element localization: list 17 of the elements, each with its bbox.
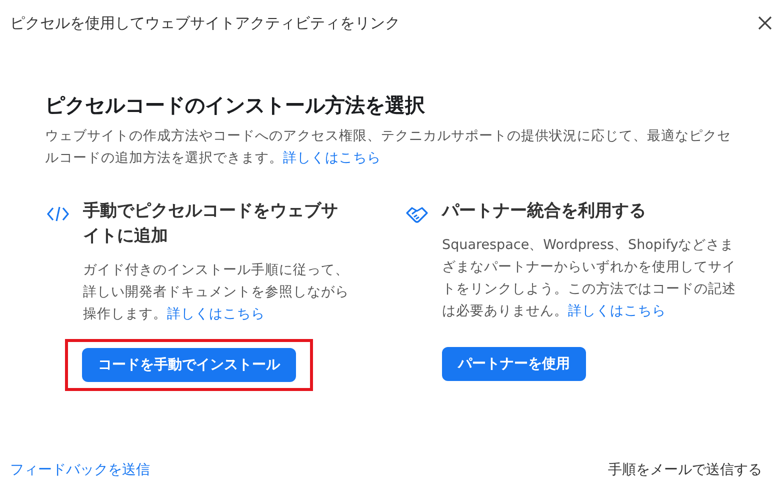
- description-text: ウェブサイトの作成方法やコードへのアクセス権限、テクニカルサポートの提供状況に応じて、最適なピクセルコードの追加方法を選択できます。詳しくはこちら: [45, 127, 732, 168]
- window-title: ピクセルを使用してウェブサイトアクティビティをリンク: [10, 14, 400, 32]
- install-button[interactable]: コードを手動でインストール: [82, 348, 296, 382]
- learn-more-link[interactable]: 詳しくはこちら: [283, 150, 381, 166]
- close-icon[interactable]: [758, 16, 772, 30]
- install-button[interactable]: パートナーを使用: [442, 347, 586, 381]
- code-icon: [46, 205, 70, 223]
- option-description: ガイド付きのインストール手順に従って、詳しい開発者ドキュメントを参照しながら操作します。詳しくはこちら: [83, 261, 350, 324]
- option-description: Squarespace、Wordpress、Shopifyなどさまざまなパートナーからいずれかを使用してサイトをリンクしよう。この方法ではコードの記述は必要ありません。詳しくはこちら: [442, 236, 737, 321]
- handshake-icon: [405, 205, 429, 225]
- learn-more-link[interactable]: 詳しくはこちら: [167, 306, 265, 322]
- learn-more-link[interactable]: 詳しくはこちら: [568, 303, 666, 319]
- feedback-link[interactable]: フィードバックを送信: [10, 461, 150, 479]
- option-title: パートナー統合を利用する: [442, 200, 647, 223]
- section-heading: ピクセルコードのインストール方法を選択: [45, 92, 426, 119]
- email-instructions-link[interactable]: 手順をメールで送信する: [608, 461, 762, 479]
- option-title: 手動でピクセルコードをウェブサイトに追加: [83, 200, 339, 248]
